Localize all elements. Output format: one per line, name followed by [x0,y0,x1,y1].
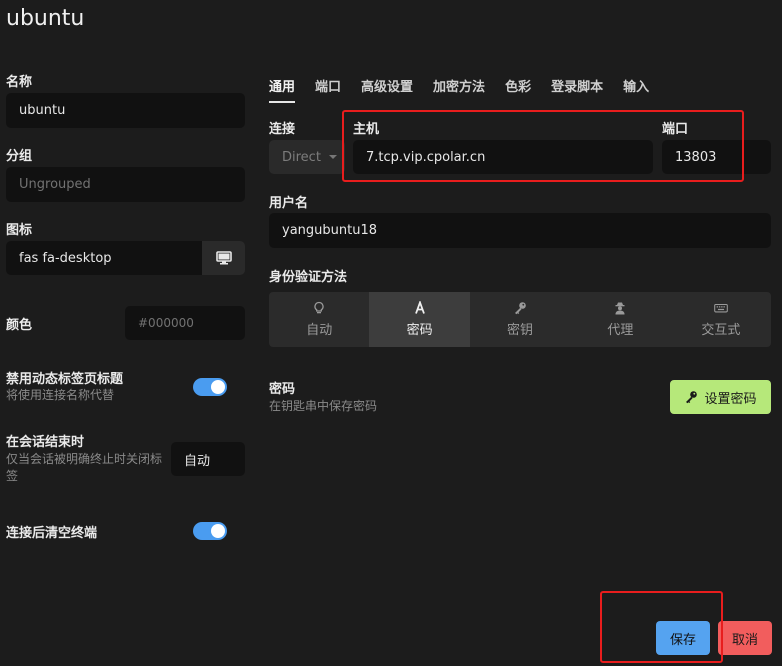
auth-option-key[interactable]: 密钥 [470,292,570,347]
tab-colors[interactable]: 色彩 [505,74,531,103]
clear-terminal-toggle[interactable] [193,522,227,540]
key-icon [686,391,698,404]
disable-dynamic-title-label: 禁用动态标签页标题 [6,372,124,387]
name-value: ubuntu [19,103,66,118]
settings-tabs: 通用 端口 高级设置 加密方法 色彩 登录脚本 输入 [269,74,669,103]
name-label: 名称 [6,75,33,90]
connection-label: 连接 [269,122,296,137]
password-sub: 在钥匙串中保存密码 [269,399,378,413]
disable-dynamic-title-toggle[interactable] [193,378,227,396]
on-session-end-value: 自动 [184,453,211,469]
auth-method-label: 身份验证方法 [269,270,348,285]
user-secret-icon [615,302,625,315]
set-password-label: 设置密码 [704,391,757,407]
username-label: 用户名 [269,196,309,211]
disable-dynamic-title-sub: 将使用连接名称代替 [6,388,115,402]
icon-preview-button[interactable] [202,241,245,275]
group-placeholder: Ungrouped [19,177,91,192]
key-icon [515,302,526,315]
connection-type-value: Direct [282,149,321,165]
lightbulb-icon [314,301,324,314]
auth-method-selector: 自动 密码 密钥 代理 交互式 [269,292,771,347]
connection-type-select[interactable]: Direct [269,140,345,174]
tab-advanced[interactable]: 高级设置 [361,74,413,103]
username-input[interactable]: yangubuntu18 [269,213,771,248]
tab-ports[interactable]: 端口 [315,74,341,103]
page-title: ubuntu [6,6,85,31]
tab-login-scripts[interactable]: 登录脚本 [551,74,603,103]
toggle-knob [211,380,225,394]
keyboard-icon [714,303,728,313]
tab-input[interactable]: 输入 [623,74,649,103]
name-input[interactable]: ubuntu [6,93,245,128]
auth-option-label: 代理 [607,323,634,338]
auth-option-label: 自动 [306,323,333,338]
auth-option-auto[interactable]: 自动 [269,292,369,347]
color-label: 颜色 [6,318,33,333]
auth-option-label: 密码 [406,323,433,338]
password-label: 密码 [269,382,296,397]
highlight-box-host-port [342,110,744,182]
on-session-end-label: 在会话结束时 [6,435,85,450]
auth-option-label: 交互式 [701,323,741,338]
color-input[interactable]: #000000 [125,306,245,340]
auth-option-interactive[interactable]: 交互式 [671,292,771,347]
auth-option-password[interactable]: 密码 [369,292,470,347]
username-value: yangubuntu18 [282,223,377,238]
toggle-knob [211,524,225,538]
group-input[interactable]: Ungrouped [6,167,245,202]
set-password-button[interactable]: 设置密码 [670,380,771,414]
chevron-down-icon [328,155,337,159]
tab-general[interactable]: 通用 [269,74,296,103]
font-a-icon [414,301,425,314]
group-label: 分组 [6,149,33,164]
on-session-end-sub: 仅当会话被明确终止时关闭标签 [6,452,163,483]
icon-label: 图标 [6,223,33,238]
on-session-end-select[interactable]: 自动 [171,442,245,476]
cancel-button[interactable]: 取消 [718,621,772,655]
color-placeholder: #000000 [138,316,194,330]
highlight-box-save [600,591,723,663]
clear-terminal-label: 连接后清空终端 [6,526,98,541]
icon-value: fas fa-desktop [19,250,112,266]
icon-input[interactable]: fas fa-desktop [6,241,202,275]
tab-ciphers[interactable]: 加密方法 [433,74,485,103]
auth-option-label: 密钥 [507,323,534,338]
auth-option-agent[interactable]: 代理 [570,292,670,347]
desktop-icon [215,251,232,265]
